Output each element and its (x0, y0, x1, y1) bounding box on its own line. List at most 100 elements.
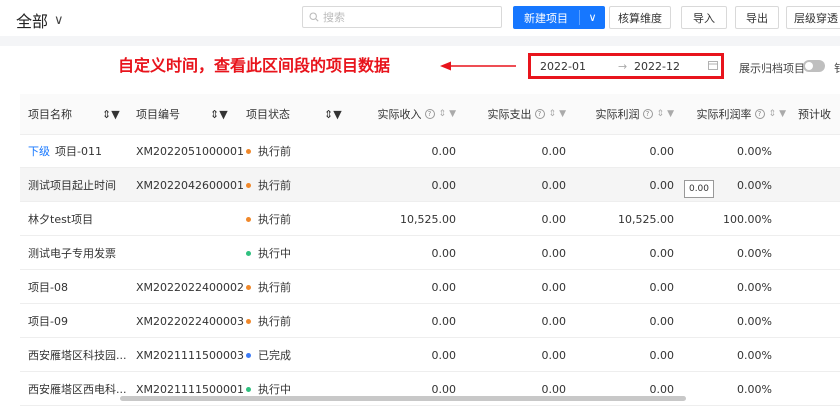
sort-filter-icon[interactable]: ⇕ ▼ (210, 94, 228, 134)
project-name-cell: 测试电子专用发票 (28, 236, 136, 270)
actual-profit: 0.00 (649, 178, 675, 192)
actual-profit-rate: 0.00% (737, 348, 772, 362)
actual-expense: 0.00 (541, 314, 567, 328)
project-code: XM2022022400003 (136, 314, 245, 328)
col-header-expense[interactable]: 实际支出 ? ⇕ ▼ (460, 94, 566, 134)
value-tooltip: 0.00 (684, 180, 714, 198)
project-name-cell: 项目-09 (28, 304, 136, 338)
sub-level-link[interactable]: 下级 (28, 143, 50, 159)
search-box[interactable] (302, 6, 502, 28)
table-row[interactable]: 测试项目起止时间 XM2022042600001 执行前 0.00 0.00 0.00 0.… (20, 168, 840, 202)
scope-label: 全部 (16, 12, 49, 31)
project-status: 已完成 (246, 338, 336, 372)
sort-filter-icon[interactable]: ⇕ ▼ (549, 109, 566, 119)
accounting-dims-button[interactable]: 核算维度 (609, 6, 671, 29)
actual-profit-rate: 0.00% (737, 280, 772, 294)
drill-through-button[interactable]: 层级穿透 (786, 6, 840, 29)
search-input[interactable] (319, 10, 493, 24)
date-range-start[interactable]: 2022-01 (540, 60, 586, 73)
new-project-dropdown-icon[interactable]: ∨ (580, 6, 605, 29)
project-code: XM2022022400002 (136, 280, 245, 294)
table-row[interactable]: 测试电子专用发票 执行中 0.00 0.00 0.00 0.00% (20, 236, 840, 270)
annotation-arrow-icon (440, 61, 516, 71)
table-row[interactable]: 项目-08 XM2022022400002 执行前 0.00 0.00 0.00 0.00% (20, 270, 840, 304)
status-dot (246, 182, 251, 188)
status-text: 已完成 (258, 349, 291, 362)
project-code: XM2022042600001 (136, 178, 245, 192)
project-status: 执行中 (246, 236, 336, 270)
col-header-profit-rate[interactable]: 实际利润率 ? ⇕ ▼ (678, 94, 786, 134)
help-icon[interactable]: ? (642, 109, 653, 119)
help-icon[interactable]: ? (754, 109, 765, 119)
status-dot (246, 216, 251, 222)
table-row[interactable]: 项目-09 XM2022022400003 执行前 0.00 0.00 0.00 0.00% (20, 304, 840, 338)
status-text: 执行前 (258, 179, 291, 192)
status-dot (246, 352, 251, 358)
table-header: 项目名称 ⇕ ▼ 项目编号 ⇕ ▼ 项目状态 ⇕ ▼ 实际收入 ? ⇕ ▼ 实际支出 ?… (20, 94, 840, 135)
sort-filter-icon[interactable]: ⇕ ▼ (102, 94, 120, 134)
project-status: 执行前 (246, 134, 336, 168)
project-name-cell: 下级 项目-011 (28, 134, 136, 168)
archive-toggle[interactable] (803, 60, 825, 72)
actual-profit-rate: 0.00% (737, 144, 772, 158)
date-range-end[interactable]: 2022-12 (634, 60, 680, 73)
actual-profit: 0.00 (649, 246, 675, 260)
calendar-icon (708, 61, 718, 70)
col-header-income[interactable]: 实际收入 ? ⇕ ▼ (348, 94, 456, 134)
actual-income: 0.00 (431, 314, 457, 328)
actual-income: 0.00 (431, 246, 457, 260)
actual-income: 0.00 (431, 280, 457, 294)
project-name[interactable]: 项目-08 (28, 279, 68, 295)
date-range-picker[interactable]: 2022-01 → 2022-12 (532, 57, 720, 75)
export-button[interactable]: 导出 (735, 6, 779, 29)
project-name[interactable]: 测试项目起止时间 (28, 177, 116, 193)
project-name-cell: 项目-08 (28, 270, 136, 304)
sort-filter-icon[interactable]: ⇕ ▼ (324, 94, 342, 134)
search-icon (309, 12, 319, 22)
status-dot (246, 386, 251, 392)
project-name[interactable]: 项目-011 (55, 143, 102, 159)
chevron-down-icon: ∨ (54, 12, 64, 28)
import-button[interactable]: 导入 (681, 6, 727, 29)
actual-income: 0.00 (431, 348, 457, 362)
new-project-button[interactable]: 新建项目 ∨ (513, 6, 605, 29)
table-row[interactable]: 下级 项目-011 XM2022051000001 执行前 0.00 0.00 0.00 0.… (20, 134, 840, 168)
actual-expense: 0.00 (541, 280, 567, 294)
scope-selector[interactable]: 全部 ∨ (16, 8, 64, 32)
table-row[interactable]: 林夕test项目 执行前 10,525.00 0.00 10,525.00 100.00% (20, 202, 840, 236)
project-name[interactable]: 项目-09 (28, 313, 68, 329)
actual-expense: 0.00 (541, 348, 567, 362)
help-icon[interactable]: ? (534, 109, 545, 119)
project-name[interactable]: 林夕test项目 (28, 211, 93, 227)
actual-expense: 0.00 (541, 144, 567, 158)
col-header-profit[interactable]: 实际利润 ? ⇕ ▼ (570, 94, 674, 134)
actual-expense: 0.00 (541, 246, 567, 260)
sort-filter-icon[interactable]: ⇕ ▼ (657, 109, 674, 119)
status-text: 执行前 (258, 213, 291, 226)
status-text: 执行前 (258, 281, 291, 294)
status-text: 执行前 (258, 315, 291, 328)
actual-profit: 10,525.00 (618, 212, 674, 226)
table-row[interactable]: 西安雁塔区科技园... XM2021111500003 已完成 0.00 0.00 0.0… (20, 338, 840, 372)
status-text: 执行前 (258, 145, 291, 158)
project-status: 执行前 (246, 168, 336, 202)
actual-profit-rate: 0.00% (737, 314, 772, 328)
actual-profit-rate: 0.00% (737, 382, 772, 396)
project-code: XM2022051000001 (136, 144, 245, 158)
actual-expense: 0.00 (541, 212, 567, 226)
new-project-label[interactable]: 新建项目 (513, 6, 579, 29)
actual-income: 0.00 (431, 144, 457, 158)
sort-filter-icon[interactable]: ⇕ ▼ (439, 109, 456, 119)
project-name[interactable]: 西安雁塔区西电科... (28, 381, 127, 397)
help-icon[interactable]: ? (424, 109, 435, 119)
project-name[interactable]: 测试电子专用发票 (28, 245, 116, 261)
project-status: 执行前 (246, 270, 336, 304)
status-dot (246, 250, 251, 256)
col-header-expected-income[interactable]: 预计收 (798, 94, 840, 134)
project-name-cell: 测试项目起止时间 (28, 168, 136, 202)
actual-profit-rate: 100.00% (723, 212, 772, 226)
project-name[interactable]: 西安雁塔区科技园... (28, 347, 127, 363)
actual-profit-rate: 0.00% (737, 246, 772, 260)
sort-filter-icon[interactable]: ⇕ ▼ (769, 109, 786, 119)
horizontal-scrollbar[interactable] (120, 396, 686, 401)
